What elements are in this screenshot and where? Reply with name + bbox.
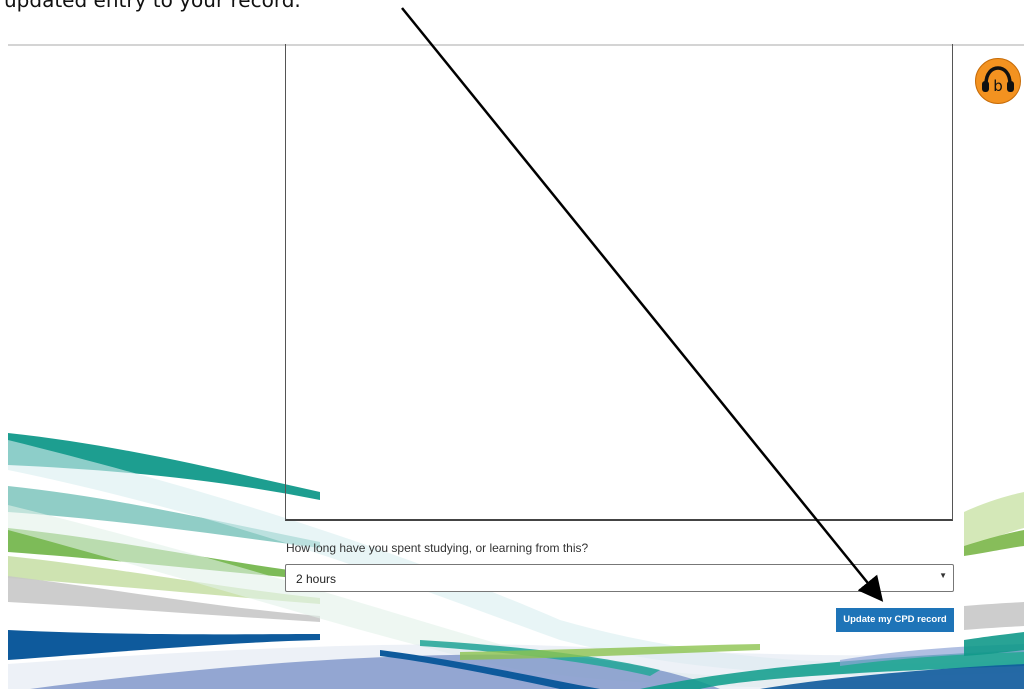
- caret-down-icon: ▼: [939, 571, 947, 580]
- svg-text:b: b: [993, 77, 1003, 95]
- study-duration-value: 2 hours: [296, 572, 337, 586]
- page: updated entry to your record. How long h…: [0, 0, 1024, 689]
- update-cpd-record-button[interactable]: Update my CPD record: [836, 608, 954, 632]
- learning-notes-textarea[interactable]: [285, 44, 953, 521]
- instruction-text: updated entry to your record.: [4, 0, 301, 12]
- study-duration-select[interactable]: 2 hours ▼: [285, 564, 954, 592]
- study-duration-question: How long have you spent studying, or lea…: [286, 541, 589, 555]
- headphones-b-icon[interactable]: b: [975, 58, 1021, 104]
